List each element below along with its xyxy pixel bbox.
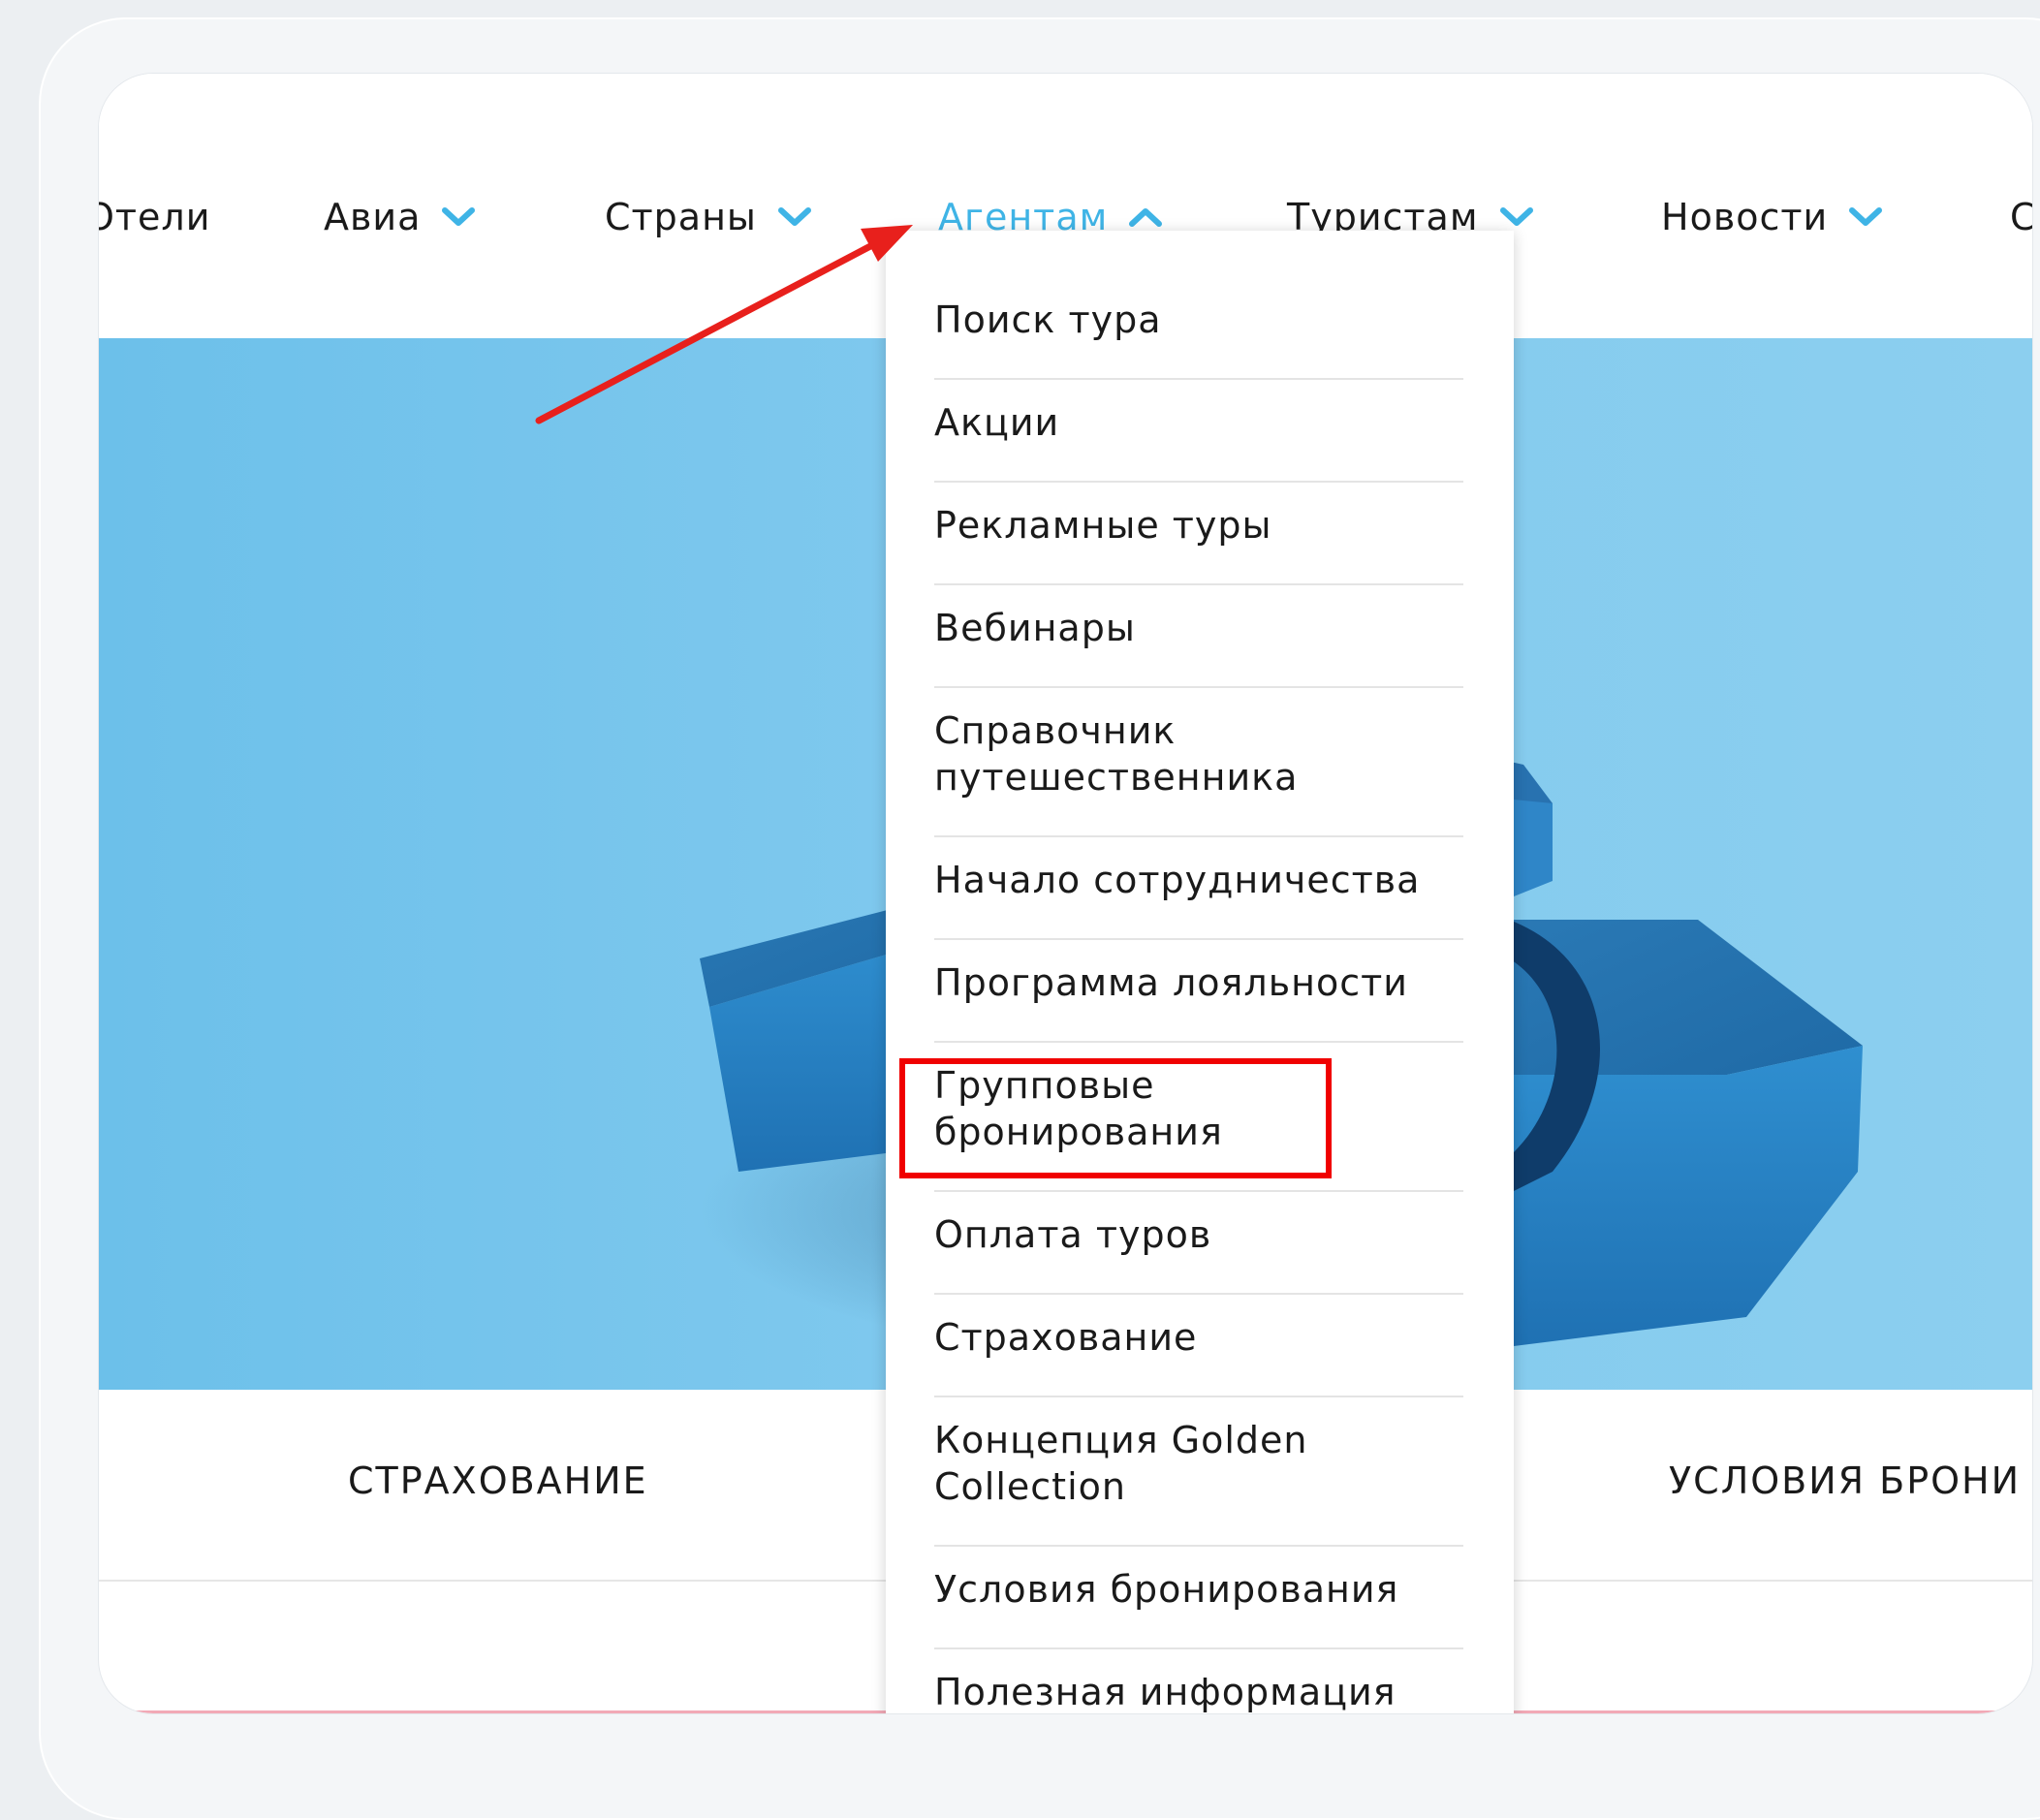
chevron-down-icon [442, 206, 476, 228]
page-viewport: Отели Авиа Страны Агентам Туристам Новос… [99, 74, 2032, 1713]
nav-item-label: Авиа [324, 196, 422, 238]
nav-item-avia[interactable]: Авиа [324, 188, 476, 246]
dropdown-divider [934, 1293, 1463, 1295]
bottom-link-insurance[interactable]: СТРАХОВАНИЕ [348, 1459, 648, 1502]
nav-item-more[interactable]: С [2010, 188, 2032, 246]
dropdown-item-tour-search[interactable]: Поиск тура [934, 297, 1463, 343]
dropdown-item-useful-info[interactable]: Полезная информация [934, 1669, 1463, 1713]
nav-item-label: Отели [99, 196, 211, 238]
chevron-down-icon [1499, 206, 1533, 228]
nav-item-label: Новости [1661, 196, 1829, 238]
nav-item-label: С [2010, 196, 2032, 238]
dropdown-divider [934, 938, 1463, 940]
chevron-up-icon [1129, 206, 1163, 228]
dropdown-item-start-cooperation[interactable]: Начало сотрудничества [934, 857, 1463, 903]
dropdown-item-webinars[interactable]: Вебинары [934, 605, 1463, 651]
dropdown-divider [934, 1545, 1463, 1547]
bottom-link-booking-terms[interactable]: УСЛОВИЯ БРОНИ [1669, 1459, 2021, 1502]
dropdown-item-golden-collection[interactable]: Концепция Golden Collection [934, 1417, 1341, 1510]
nav-item-label: Страны [605, 196, 757, 238]
dropdown-divider [934, 481, 1463, 483]
nav-item-hotels[interactable]: Отели [99, 188, 210, 246]
dropdown-divider [934, 1190, 1463, 1192]
agents-dropdown-menu: Поиск тура Акции Рекламные туры Вебинары… [886, 231, 1514, 1713]
dropdown-divider [934, 583, 1463, 585]
dropdown-item-booking-terms[interactable]: Условия бронирования [934, 1566, 1463, 1613]
dropdown-item-tour-payment[interactable]: Оплата туров [934, 1211, 1463, 1258]
chevron-down-icon [777, 206, 811, 228]
highlight-box [899, 1058, 1332, 1178]
dropdown-divider [934, 1396, 1463, 1397]
chevron-down-icon [1849, 206, 1883, 228]
dropdown-divider [934, 835, 1463, 837]
nav-item-news[interactable]: Новости [1661, 188, 1883, 246]
dropdown-divider [934, 686, 1463, 688]
dropdown-divider [934, 1041, 1463, 1043]
dropdown-divider [934, 1647, 1463, 1649]
dropdown-item-insurance[interactable]: Страхование [934, 1314, 1463, 1361]
dropdown-item-promotions[interactable]: Акции [934, 399, 1463, 446]
dropdown-item-traveler-guide[interactable]: Справочник путешественника [934, 707, 1463, 800]
dropdown-item-loyalty-program[interactable]: Программа лояльности [934, 959, 1463, 1006]
nav-item-countries[interactable]: Страны [605, 188, 811, 246]
dropdown-item-ad-tours[interactable]: Рекламные туры [934, 502, 1463, 549]
dropdown-divider [934, 378, 1463, 380]
